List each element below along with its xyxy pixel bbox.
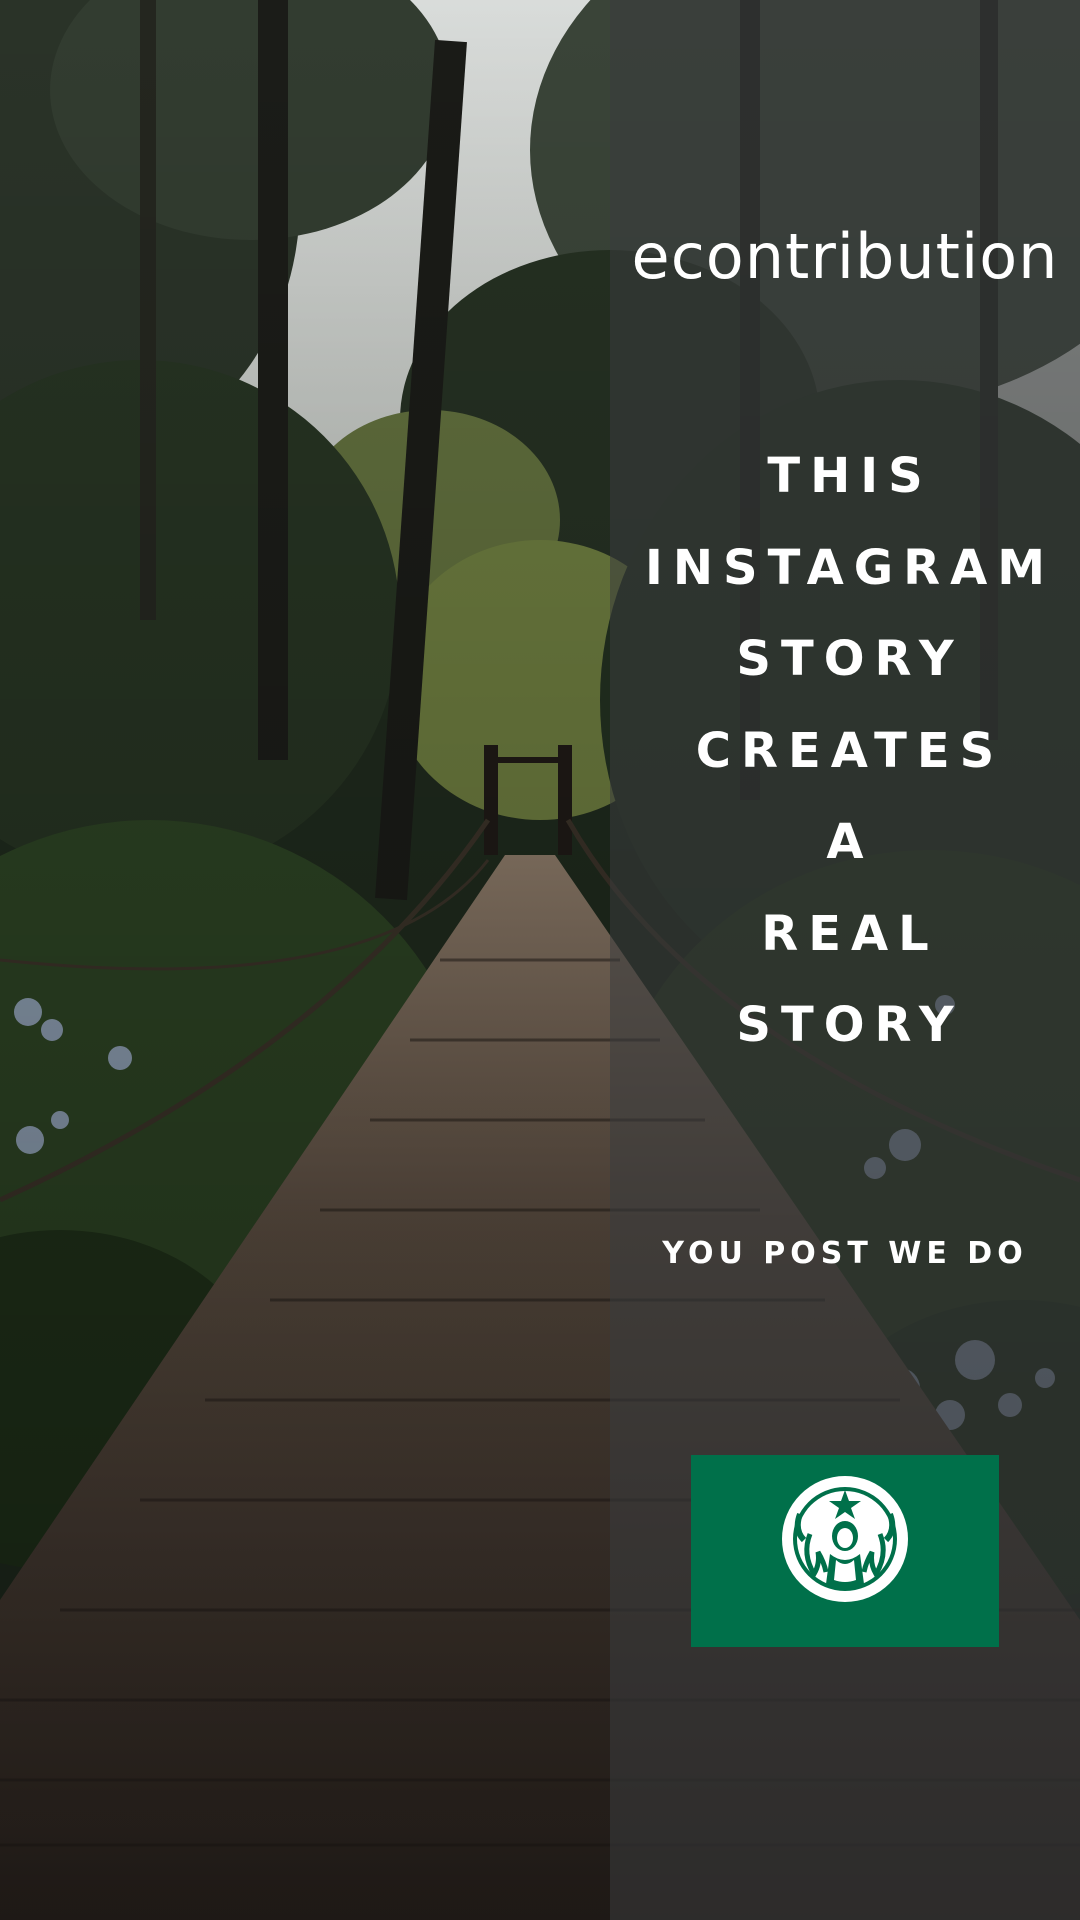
tagline: YOU POST WE DO xyxy=(662,1236,1028,1271)
headline-word: A xyxy=(826,814,874,870)
story-canvas: econtribution THIS INSTAGRAM STORY CREAT… xyxy=(0,0,1080,1920)
sponsor-logo[interactable] xyxy=(691,1455,999,1647)
headline-word: STORY xyxy=(736,631,964,687)
brand-wordmark: econtribution xyxy=(631,220,1059,293)
siren-icon xyxy=(782,1476,908,1602)
headline-word: INSTAGRAM xyxy=(644,539,1056,596)
headline-word: STORY xyxy=(736,997,964,1053)
headline-word: THIS xyxy=(767,448,933,504)
headline-word: REAL xyxy=(761,905,939,962)
headline: THIS INSTAGRAM STORY CREATES A REAL STOR… xyxy=(610,440,1080,1081)
headline-word: CREATES xyxy=(695,722,1005,779)
